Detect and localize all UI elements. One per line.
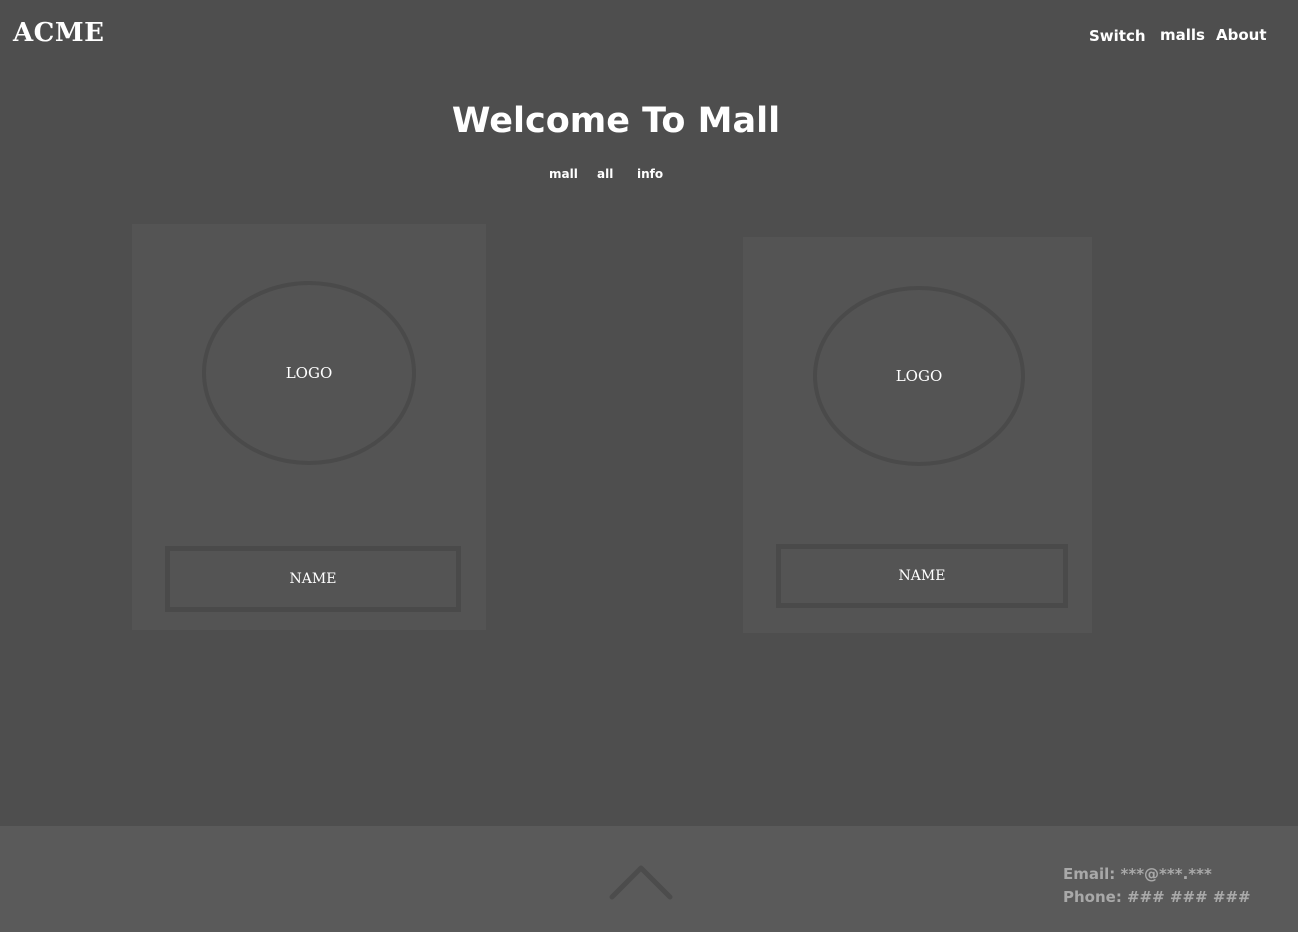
page-title: Welcome To Mall — [451, 101, 781, 141]
subnav-link-all[interactable]: all — [597, 167, 613, 181]
name-label: NAME — [898, 568, 946, 584]
subnav-link-mall[interactable]: mall — [549, 167, 578, 181]
contact-email: Email: ***@***.*** — [1063, 865, 1212, 883]
subnav-link-info[interactable]: info — [637, 167, 663, 181]
logo-label: LOGO — [285, 364, 333, 382]
chevron-up-icon — [609, 865, 673, 900]
brand-logo[interactable]: ACME — [13, 18, 104, 48]
mall-name-button[interactable]: NAME — [165, 546, 461, 612]
mall-name-button[interactable]: NAME — [776, 544, 1068, 608]
nav-link-about[interactable]: About — [1216, 26, 1267, 44]
contact-phone: Phone: ### ### ### — [1063, 888, 1251, 906]
nav-link-malls[interactable]: malls — [1160, 26, 1205, 44]
mall-logo: LOGO — [202, 281, 416, 465]
logo-label: LOGO — [895, 367, 943, 385]
nav-link-switch[interactable]: Switch — [1089, 27, 1146, 45]
mall-logo: LOGO — [813, 286, 1025, 466]
scroll-to-top-button[interactable] — [609, 864, 673, 904]
mall-card[interactable]: LOGO NAME — [132, 224, 486, 630]
mall-card[interactable]: LOGO NAME — [743, 237, 1092, 633]
name-label: NAME — [289, 571, 337, 587]
